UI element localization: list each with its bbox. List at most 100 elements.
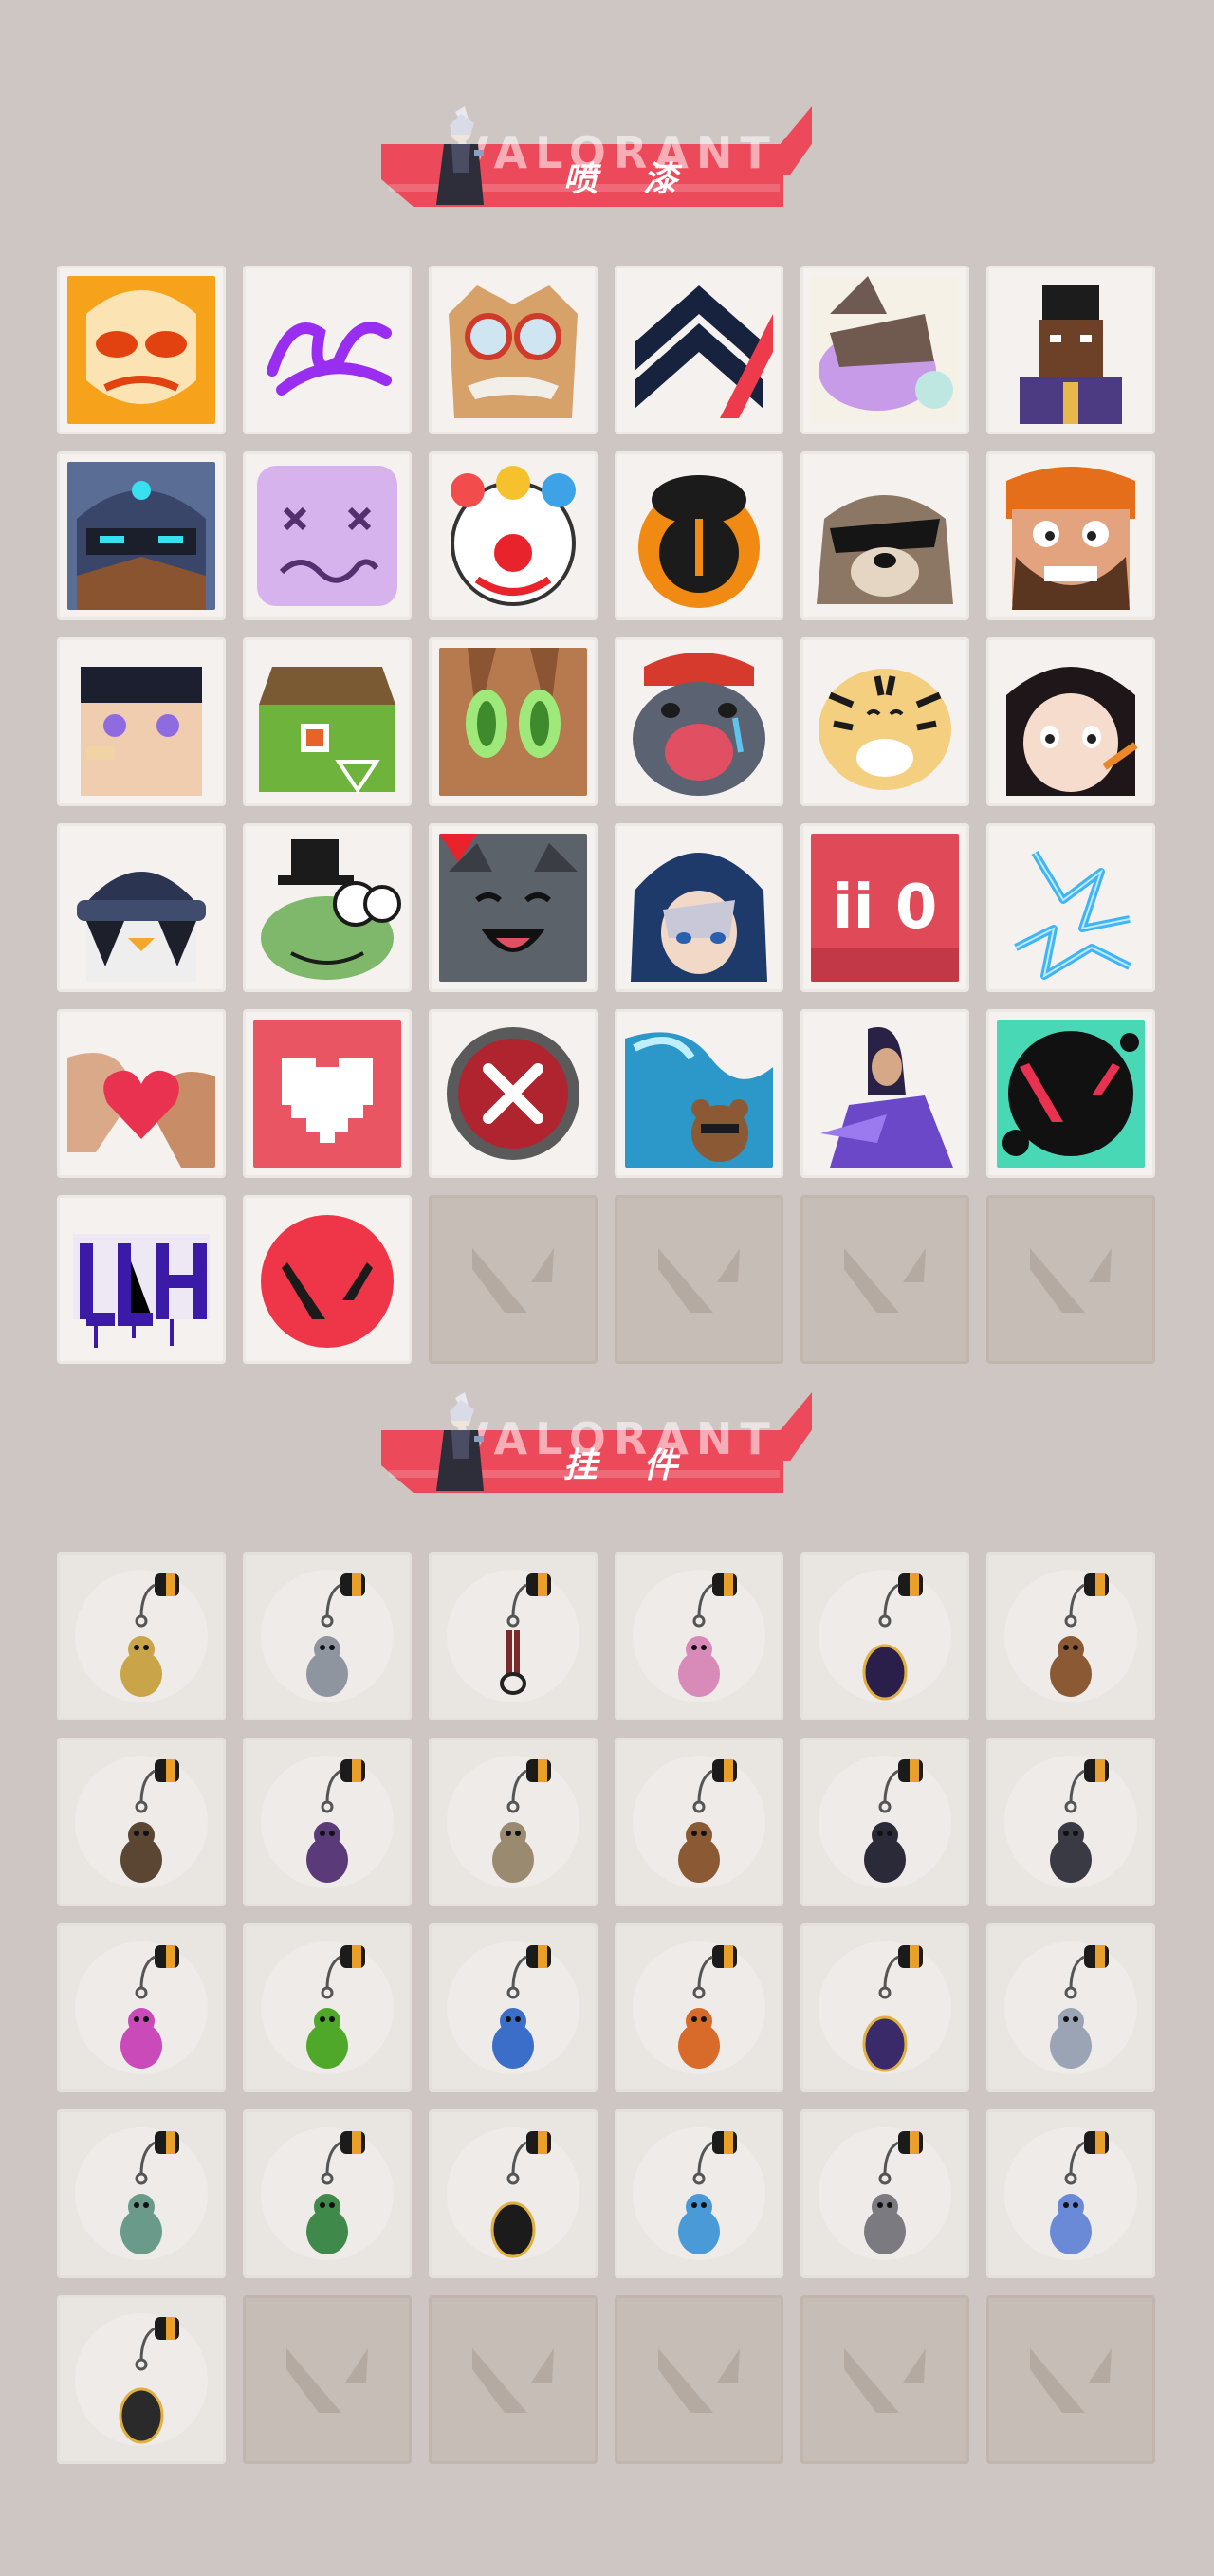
buddy-tile[interactable] [243, 1923, 412, 2092]
bandaged-face-spray-icon [67, 648, 215, 796]
buddy-tile[interactable] [986, 2109, 1155, 2278]
empty-spray-slot[interactable] [800, 1195, 969, 1364]
pixel-heart-spray-icon [253, 1020, 401, 1168]
green-crate-spray-icon [253, 648, 401, 796]
sunglasses-raccoon-spray-icon [811, 462, 959, 610]
empty-buddy-slot[interactable] [429, 2295, 598, 2464]
spray-tile[interactable] [615, 823, 783, 992]
purple-graffiti-spray-icon: JLH [67, 1205, 215, 1353]
buddy-grid [57, 1552, 1157, 2470]
spray-tile[interactable] [429, 266, 598, 434]
spray-text: JLH [67, 1205, 215, 1353]
spray-tile[interactable] [57, 1009, 226, 1178]
buddy-tile[interactable] [57, 1552, 226, 1720]
pencil-girl-spray-icon [997, 648, 1145, 796]
buddy-tile[interactable] [800, 2109, 969, 2278]
tiger-spray-icon [811, 648, 959, 796]
purple-dazed-face-spray-icon [253, 462, 401, 610]
empty-buddy-slot[interactable] [986, 2295, 1155, 2464]
armored-helmet-spray-icon [67, 462, 215, 610]
green-eyes-closeup-spray-icon [439, 648, 587, 796]
wave-bear-spray-icon [625, 1020, 773, 1168]
buddy-tile[interactable] [57, 2295, 226, 2464]
empty-buddy-slot[interactable] [243, 2295, 412, 2464]
spray-tile[interactable]: ii 0 [800, 823, 969, 992]
spray-tile[interactable] [800, 1009, 969, 1178]
red-number-spray-icon: ii 0 [811, 834, 959, 982]
spray-tile[interactable] [800, 266, 969, 434]
buddy-tile[interactable] [986, 1738, 1155, 1906]
buddy-tile[interactable] [800, 1552, 969, 1720]
empty-spray-slot[interactable] [615, 1195, 783, 1364]
buddy-tile[interactable] [243, 1738, 412, 1906]
spray-tile[interactable] [986, 637, 1155, 806]
empty-buddy-slot[interactable] [800, 2295, 969, 2464]
clown-face-spray-icon [439, 462, 587, 610]
splatter-logo-spray-icon [997, 1020, 1145, 1168]
navy-red-chevron-spray-icon [625, 276, 773, 424]
red-circle-logo-spray-icon [253, 1205, 401, 1353]
red-x-button-spray-icon [439, 1020, 587, 1168]
sleepy-creature-spray-icon [811, 276, 959, 424]
spray-tile[interactable] [57, 823, 226, 992]
spray-tile[interactable] [57, 266, 226, 434]
spray-tile[interactable] [429, 637, 598, 806]
sorceress-agent-spray-icon [811, 1020, 959, 1168]
buddy-tile[interactable] [57, 1923, 226, 2092]
spray-tile[interactable] [243, 1009, 412, 1178]
spray-grid: ii 0 JLH [57, 266, 1157, 1368]
spray-tile[interactable] [800, 637, 969, 806]
section-title: 挂 件 [562, 1446, 695, 1485]
spray-tile[interactable] [243, 451, 412, 620]
buddy-tile[interactable] [429, 2109, 598, 2278]
spray-tile[interactable] [615, 637, 783, 806]
orange-black-orb-spray-icon [625, 462, 773, 610]
spray-tile[interactable] [986, 823, 1155, 992]
buddy-tile[interactable] [986, 1552, 1155, 1720]
hooded-agent-spray-icon [625, 834, 773, 982]
bearded-grin-spray-icon [997, 462, 1145, 610]
buddy-tile[interactable] [429, 1738, 598, 1906]
empty-spray-slot[interactable] [429, 1195, 598, 1364]
spray-tile[interactable] [615, 1009, 783, 1178]
top-hat-frog-spray-icon [253, 834, 401, 982]
spray-tile[interactable] [429, 451, 598, 620]
spray-tile[interactable] [57, 451, 226, 620]
buddy-tile[interactable] [243, 2109, 412, 2278]
buddy-tile[interactable] [57, 1738, 226, 1906]
spray-tile[interactable] [243, 1195, 412, 1364]
spray-tile[interactable] [986, 451, 1155, 620]
buddy-tile[interactable] [800, 1738, 969, 1906]
orange-mask-spray-icon [67, 276, 215, 424]
empty-buddy-slot[interactable] [615, 2295, 783, 2464]
spray-tile[interactable] [986, 1009, 1155, 1178]
buddy-tile[interactable] [615, 2109, 783, 2278]
buddy-tile[interactable] [615, 1923, 783, 2092]
buddy-tile[interactable] [243, 1552, 412, 1720]
spray-tile[interactable] [429, 1009, 598, 1178]
buddy-tile[interactable] [615, 1552, 783, 1720]
buddies-section-header: VALORANT 挂 件 [377, 1392, 814, 1501]
buddy-tile[interactable] [429, 1923, 598, 2092]
spray-tile[interactable] [243, 823, 412, 992]
goggles-face-spray-icon [439, 276, 587, 424]
buddy-tile[interactable] [57, 2109, 226, 2278]
spray-tile[interactable] [800, 451, 969, 620]
buddy-tile[interactable] [429, 1552, 598, 1720]
spray-tile[interactable] [615, 266, 783, 434]
spray-tile[interactable] [615, 451, 783, 620]
buddy-tile[interactable] [800, 1923, 969, 2092]
agent-figure-icon [436, 1392, 484, 1491]
spray-tile[interactable] [243, 266, 412, 434]
buddy-tile[interactable] [986, 1923, 1155, 2092]
crying-seal-spray-icon [625, 648, 773, 796]
spray-tile[interactable] [986, 266, 1155, 434]
buddy-tile[interactable] [615, 1738, 783, 1906]
spray-tile[interactable]: JLH [57, 1195, 226, 1364]
neon-blue-scribble-spray-icon [997, 834, 1145, 982]
spray-tile[interactable] [57, 637, 226, 806]
spray-tile[interactable] [429, 823, 598, 992]
empty-spray-slot[interactable] [986, 1195, 1155, 1364]
heart-hands-spray-icon [67, 1020, 215, 1168]
spray-tile[interactable] [243, 637, 412, 806]
